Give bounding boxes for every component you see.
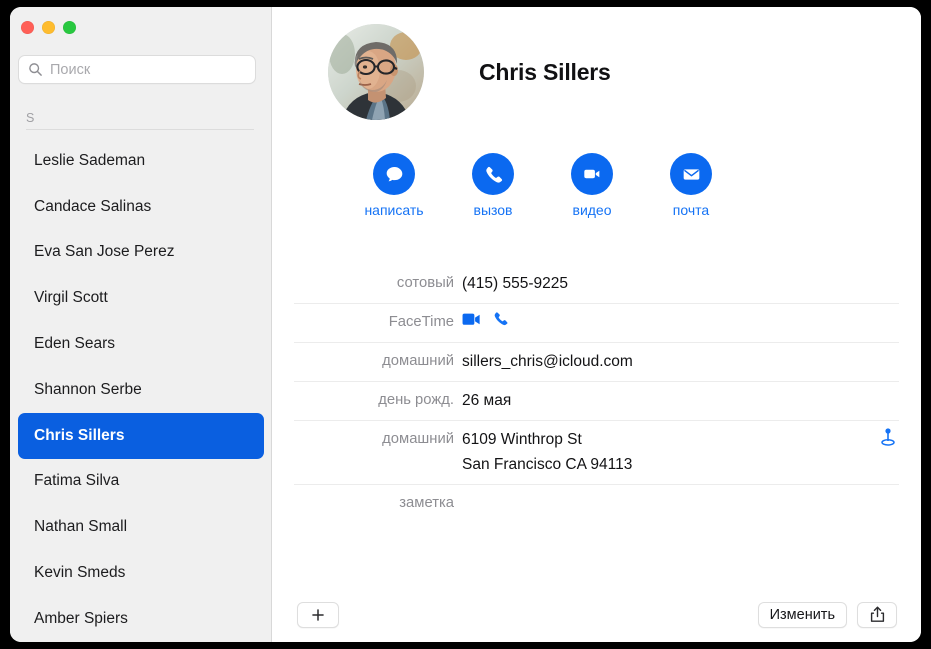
field-label: домашний [294,349,462,374]
map-pin-icon[interactable] [879,427,897,454]
section-letter: S [26,111,256,125]
share-button[interactable] [857,602,897,628]
phone-icon[interactable] [472,153,514,195]
action-label: почта [673,202,709,218]
action-вызов[interactable]: вызов [471,153,515,218]
plus-icon [311,608,325,622]
contacts-window: S Leslie SademanCandace SalinasEva San J… [10,7,921,642]
field-row: домашний6109 Winthrop StSan Francisco CA… [294,421,899,485]
contact-list-item[interactable]: Leslie Sademan [18,138,264,184]
search-icon [28,62,43,77]
contact-list-item[interactable]: Eva San Jose Perez [18,230,264,276]
address-block[interactable]: 6109 Winthrop StSan Francisco CA 94113 [462,427,632,477]
contact-list[interactable]: Leslie SademanCandace SalinasEva San Jos… [10,138,272,642]
window-controls [21,21,76,34]
action-видео[interactable]: видео [570,153,614,218]
field-label: FaceTime [294,310,462,335]
contact-list-item[interactable]: Amber Spiers [18,596,264,642]
field-label: день рожд. [294,388,462,413]
field-row: заметка [294,485,899,523]
search-container [18,55,256,84]
field-label: сотовый [294,271,462,296]
field-row: FaceTime [294,304,899,343]
field-value[interactable]: sillers_chris@icloud.com [462,349,899,374]
action-label: вызов [474,202,513,218]
contact-detail-pane: Chris Sillers написать вызов видео почта со… [272,7,921,642]
video-icon[interactable] [571,153,613,195]
search-input[interactable] [50,62,230,78]
mail-icon[interactable] [670,153,712,195]
contact-list-item[interactable]: Virgil Scott [18,275,264,321]
minimize-button[interactable] [42,21,55,34]
page-title: Chris Sillers [479,59,611,86]
close-button[interactable] [21,21,34,34]
contact-list-item[interactable]: Nathan Small [18,504,264,550]
field-value[interactable]: (415) 555-9225 [462,271,899,296]
sidebar: S Leslie SademanCandace SalinasEva San J… [10,7,272,642]
message-icon[interactable] [373,153,415,195]
field-label: домашний [294,427,462,452]
search-field[interactable] [18,55,256,84]
share-icon [870,606,885,623]
facetime-video-icon[interactable] [462,310,482,335]
field-row: домашнийsillers_chris@icloud.com [294,343,899,382]
avatar[interactable] [328,24,424,120]
zoom-button[interactable] [63,21,76,34]
contact-photo [328,24,424,120]
contact-card-header: Chris Sillers [328,24,611,120]
contact-fields: сотовый(415) 555-9225FaceTimeдомашнийsil… [272,265,921,523]
bottom-toolbar: Изменить [272,587,921,642]
field-value[interactable]: 6109 Winthrop StSan Francisco CA 94113 [462,427,899,477]
contact-list-item[interactable]: Candace Salinas [18,184,264,230]
contact-list-item[interactable]: Chris Sillers [18,413,264,459]
field-value[interactable]: 26 мая [462,388,899,413]
contact-list-item[interactable]: Kevin Smeds [18,550,264,596]
field-value[interactable] [462,310,899,335]
section-header: S [26,111,256,130]
facetime-audio-icon[interactable] [492,310,509,335]
section-divider [26,129,254,130]
edit-button[interactable]: Изменить [758,602,847,628]
field-label: заметка [294,491,462,516]
contact-list-item[interactable]: Eden Sears [18,321,264,367]
action-написать[interactable]: написать [372,153,416,218]
address-line-1: 6109 Winthrop St [462,427,632,452]
quick-actions: написать вызов видео почта [372,153,713,218]
address-line-2: San Francisco CA 94113 [462,452,632,477]
add-contact-button[interactable] [297,602,339,628]
field-row: сотовый(415) 555-9225 [294,265,899,304]
action-label: видео [573,202,612,218]
field-row: день рожд.26 мая [294,382,899,421]
contact-list-item[interactable]: Fatima Silva [18,459,264,505]
contact-list-item[interactable]: Shannon Serbe [18,367,264,413]
action-почта[interactable]: почта [669,153,713,218]
action-label: написать [364,202,423,218]
